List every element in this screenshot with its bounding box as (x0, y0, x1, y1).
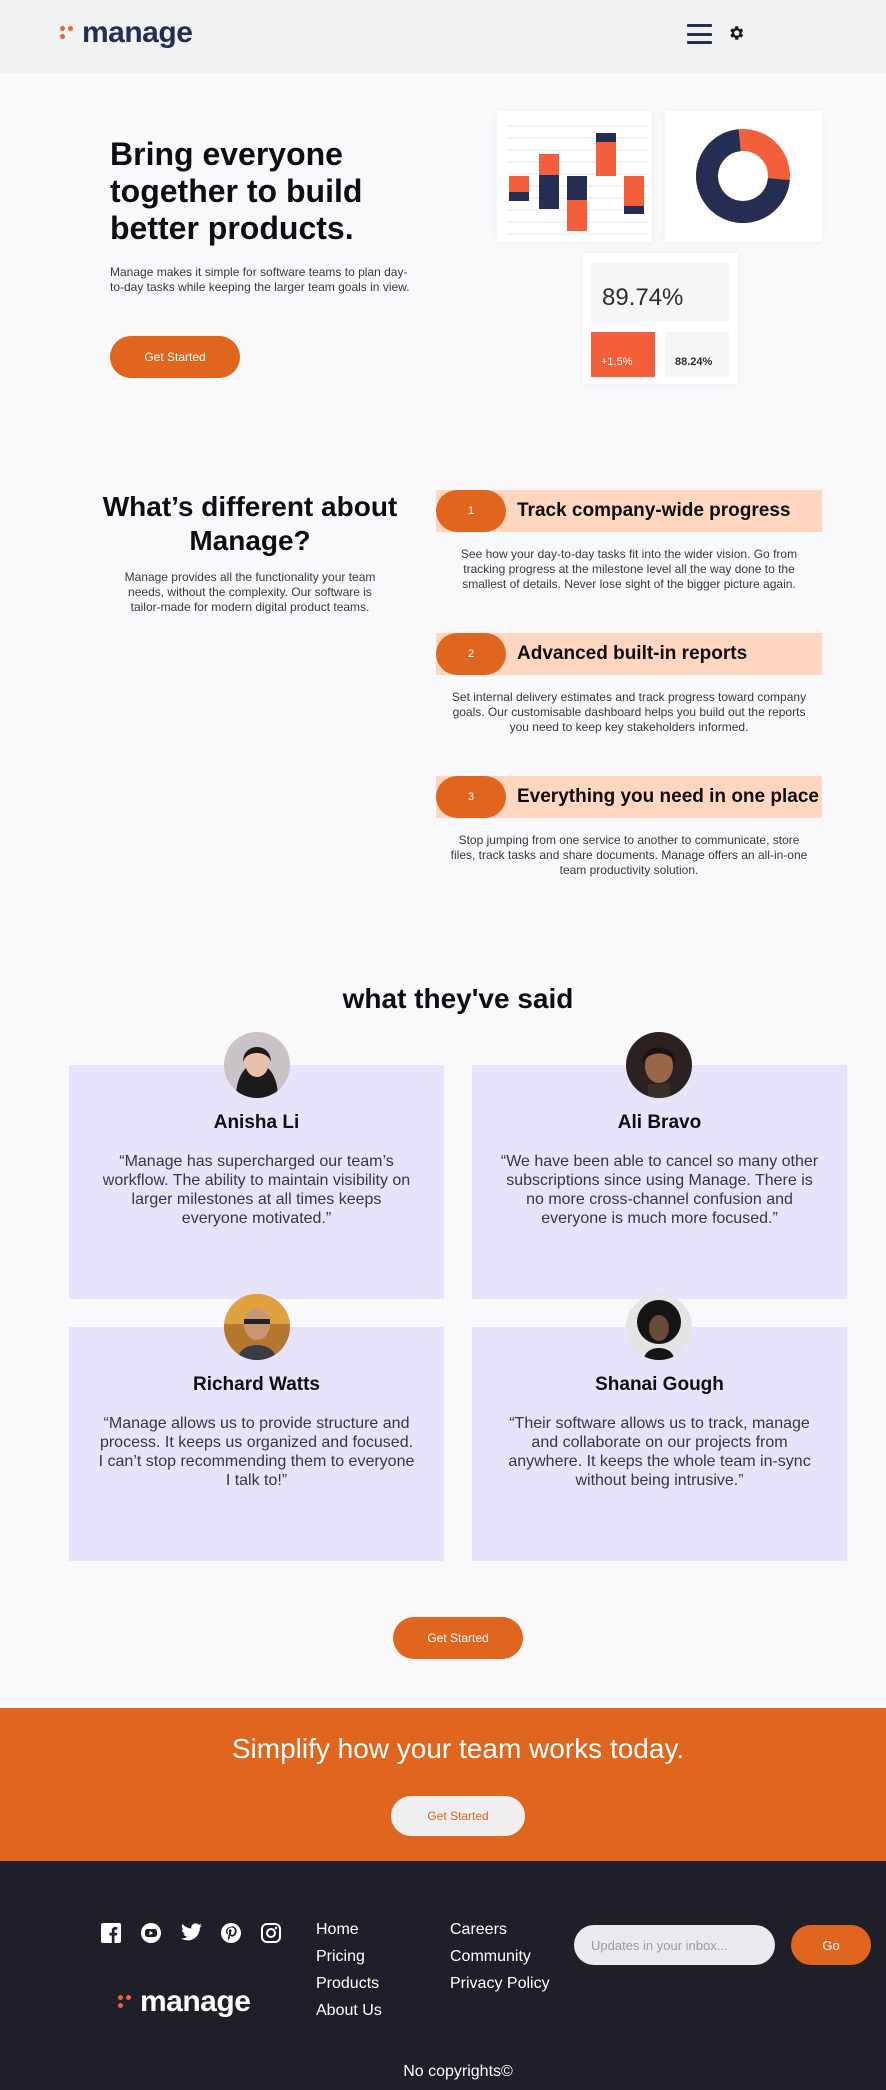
feature-2-number: 2 (436, 633, 506, 675)
cta-headline: Simplify how your team works today. (231, 1733, 685, 1764)
bar-chart-graphic (507, 125, 647, 235)
feature-3-description: Stop jumping from one service to another… (450, 833, 808, 877)
testimonial-quote: “Manage has supercharged our team’s workf… (102, 1153, 411, 1227)
stat-main-value: 89.74% (602, 284, 684, 311)
bar-4b (596, 142, 616, 176)
stat-main-panel: 89.74% (591, 262, 729, 322)
feature-1-title: Track company-wide progress (517, 500, 791, 521)
bar-2b (539, 175, 559, 209)
footer-links-secondary: Careers Community Privacy Policy (450, 1921, 550, 2002)
hero-title: Bring everyone together to build better … (110, 136, 363, 246)
footer-link-careers[interactable]: Careers (450, 1921, 550, 1948)
testimonial-name: Richard Watts (192, 1374, 321, 1395)
testimonial-name: Anisha Li (213, 1112, 300, 1133)
bar-1a (509, 176, 529, 192)
avatar (626, 1032, 692, 1098)
footer-link-pricing[interactable]: Pricing (316, 1948, 382, 1975)
copyright-text: No copyrights© (403, 2063, 513, 2080)
bar-5b (624, 206, 644, 214)
bar-3a (567, 176, 587, 200)
bar-chart-card (497, 111, 652, 242)
testimonial-quote: “Their software allows us to track, mana… (508, 1415, 811, 1489)
donut-chart-card (665, 111, 822, 242)
twitter-icon[interactable] (181, 1923, 202, 1941)
footer-link-products[interactable]: Products (316, 1975, 382, 2002)
stat-secondary-panel: 88.24% (665, 332, 729, 377)
gear-icon[interactable] (727, 24, 745, 42)
testimonials-get-started-button[interactable]: Get Started (393, 1617, 523, 1659)
footer-link-community[interactable]: Community (450, 1948, 550, 1975)
bar-3b (567, 200, 587, 231)
cta-get-started-button[interactable]: Get Started (391, 1796, 525, 1836)
bar-5a (624, 176, 644, 206)
logo-mark-icon (60, 26, 74, 40)
stat-change-value: +1.5% (601, 356, 633, 368)
footer-brand-logo[interactable]: manage (118, 1985, 251, 2019)
instagram-icon[interactable] (261, 1923, 281, 1943)
stat-secondary-value: 88.24% (675, 356, 713, 368)
avatar (626, 1294, 692, 1360)
logo-mark-icon (118, 1995, 132, 2009)
footer-brand-name: manage (140, 1985, 251, 2018)
stat-change-panel: +1.5% (591, 332, 655, 377)
feature-2-description: Set internal delivery estimates and trac… (451, 690, 807, 734)
hero-description: Manage makes it simple for software team… (110, 265, 410, 294)
brand-logo[interactable]: manage (60, 16, 193, 50)
feature-2-title: Advanced built-in reports (517, 643, 748, 664)
newsletter-email-input[interactable]: Updates in your inbox... (574, 1925, 775, 1965)
avatar (224, 1294, 290, 1360)
site-footer: manage Home Pricing Products About Us Ca… (0, 1861, 886, 2090)
footer-link-home[interactable]: Home (316, 1921, 382, 1948)
testimonial-name: Ali Bravo (617, 1112, 702, 1133)
pinterest-icon[interactable] (221, 1923, 241, 1943)
feature-1-description: See how your day-to-day tasks fit into t… (460, 547, 798, 591)
testimonials-title: what they've said (342, 983, 574, 1014)
feature-3-number: 3 (436, 776, 506, 818)
cta-band: Simplify how your team works today. Get … (0, 1708, 886, 1861)
facebook-icon[interactable] (101, 1923, 121, 1943)
bar-2a (539, 154, 559, 175)
newsletter-go-button[interactable]: Go (791, 1925, 871, 1965)
testimonial-quote: “Manage allows us to provide structure a… (98, 1415, 415, 1489)
feature-3-title: Everything you need in one place (517, 786, 819, 807)
feature-1-number: 1 (436, 490, 506, 532)
footer-link-about-us[interactable]: About Us (316, 2002, 382, 2029)
different-description: Manage provides all the functionality yo… (124, 570, 376, 614)
hamburger-icon[interactable] (687, 24, 712, 44)
donut-chart-graphic (696, 129, 790, 223)
stats-card: 89.74% +1.5% 88.24% (583, 253, 738, 384)
youtube-icon[interactable] (141, 1923, 161, 1943)
footer-link-privacy-policy[interactable]: Privacy Policy (450, 1975, 550, 2002)
avatar (224, 1032, 290, 1098)
footer-links-primary: Home Pricing Products About Us (316, 1921, 382, 2029)
testimonial-quote: “We have been able to cancel so many oth… (500, 1153, 819, 1227)
bar-1b (509, 192, 529, 201)
site-header: manage (0, 0, 886, 73)
testimonial-name: Shanai Gough (595, 1374, 724, 1395)
bar-4a (596, 133, 616, 142)
different-title: What’s different about Manage? (102, 491, 398, 556)
hero-get-started-button[interactable]: Get Started (110, 336, 240, 378)
brand-name: manage (82, 16, 193, 49)
